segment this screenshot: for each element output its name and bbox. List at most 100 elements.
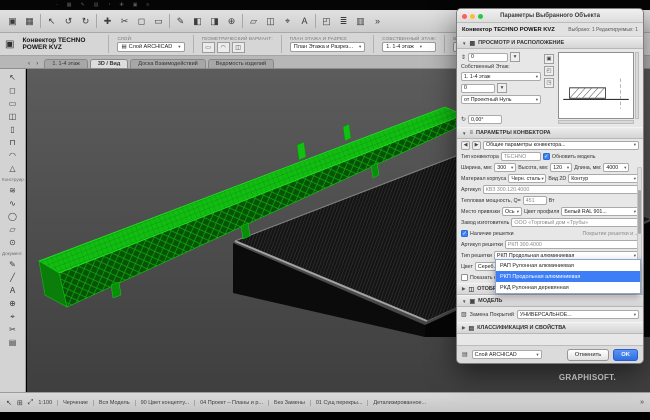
reference-level-dropdown[interactable]: от Проектный Нуль▾ [461, 95, 541, 104]
toolbar-icon[interactable]: » [371, 16, 384, 26]
menubar-icon[interactable]: ◦ [56, 2, 58, 8]
toolbar-icon[interactable]: ↺ [62, 16, 75, 27]
dialog-title-bar[interactable]: Параметры Выбранного Объекта [457, 9, 643, 23]
toolbar-icon[interactable]: ⊕ [225, 16, 238, 27]
toolbox-tool-icon[interactable]: ▯ [0, 123, 25, 136]
view2d-dropdown[interactable]: Контур▾ [568, 174, 639, 183]
toolbox-tool-icon[interactable]: ▱ [0, 223, 25, 236]
grille-type-option[interactable]: РКД Рулонная деревянная [496, 282, 640, 293]
toolbox-tool-icon[interactable]: ⊙ [0, 236, 25, 249]
parameter-group-dropdown[interactable]: Общие параметры конвектора...▾ [483, 141, 639, 150]
width-dropdown[interactable]: 300▾ [494, 163, 516, 172]
angle-input[interactable]: 0,00° [468, 115, 502, 124]
power-value-field[interactable]: 451 [523, 196, 547, 205]
height-dropdown[interactable]: 120▾ [550, 163, 572, 172]
toolbar-icon[interactable]: ✚ [101, 16, 114, 27]
layer-dropdown[interactable]: ▤Слой ARCHICAD▾ [117, 42, 184, 52]
toolbox-tool-icon[interactable]: ◠ [0, 149, 25, 162]
view-tab[interactable]: Ведомость изделий [208, 59, 274, 68]
menubar-icon[interactable]: ◔ [107, 2, 110, 8]
preview-vertical-scrollbar[interactable] [635, 52, 639, 119]
grille-article-field[interactable]: РКП 300.4000 [505, 240, 639, 249]
grille-checkbox[interactable]: ✓ [461, 230, 468, 237]
surface-override-dropdown[interactable]: УНИВЕРСАЛЬНОЕ...▾ [517, 310, 639, 319]
geometry-variant-button[interactable]: ◠ [217, 42, 230, 53]
minimize-icon[interactable] [470, 14, 475, 19]
toolbox-tool-icon[interactable]: A [0, 284, 25, 297]
menubar-icon[interactable]: ✚ [119, 2, 123, 8]
footer-layer-dropdown[interactable]: Слой ARCHICAD▾ [472, 350, 542, 359]
statusbar-item[interactable]: 1:100 [38, 400, 52, 406]
body-material-dropdown[interactable]: Черн. сталь▾ [508, 174, 546, 183]
toolbar-icon[interactable]: ◻ [135, 16, 148, 27]
menubar-icon[interactable]: ▦ [67, 2, 72, 8]
toolbox-tool-icon[interactable]: ✎ [0, 258, 25, 271]
preview-mode-button[interactable]: ▣ [544, 54, 554, 64]
cancel-button[interactable]: Отменить [567, 349, 610, 361]
section-preview-position[interactable]: ▼ ▦ ПРОСМОТР И РАСПОЛОЖЕНИЕ [457, 37, 643, 49]
object-preview[interactable] [558, 52, 639, 124]
menubar-icon[interactable]: ▤ [94, 2, 99, 8]
toolbar-icon[interactable]: ◫ [264, 16, 277, 27]
toolbar-icon[interactable]: ◰ [320, 16, 333, 27]
toolbar-icon[interactable]: ◨ [208, 16, 221, 27]
menubar-icon[interactable]: ✎ [81, 2, 85, 8]
toolbar-icon[interactable]: ⌖ [281, 16, 294, 27]
stepper-icon[interactable]: ▾ [510, 52, 520, 62]
preview-horizontal-scrollbar[interactable] [558, 120, 634, 124]
grille-type-option[interactable]: РАП Рулонная алюминиевая [496, 260, 640, 271]
home-story-dropdown[interactable]: 1. 1-4 этаж▾ [461, 72, 541, 81]
dialog-scrollbar-thumb[interactable] [638, 190, 641, 234]
toolbar-icon[interactable]: ◧ [191, 16, 204, 27]
toolbox-tool-icon[interactable]: ↖ [0, 71, 25, 84]
geometry-variant-button[interactable]: ▭ [202, 42, 215, 53]
statusbar-item[interactable]: 04 Проект – Планы и р... [194, 400, 263, 406]
section-model[interactable]: ▼ ▣ МОДЕЛЬ [457, 295, 643, 307]
toolbox-tool-icon[interactable]: ✂ [0, 323, 25, 336]
prev-page-icon[interactable]: ◀ [461, 141, 470, 150]
toolbox-tool-icon[interactable]: ⊕ [0, 297, 25, 310]
statusbar-icon[interactable]: ⤢ [28, 399, 34, 407]
menubar-icon[interactable]: ▣ [133, 2, 138, 8]
toolbar-icon[interactable]: ▱ [247, 16, 260, 27]
home-story-dropdown[interactable]: 1. 1-4 этаж▾ [382, 42, 436, 52]
tab-back-icon[interactable]: ‹ [28, 60, 30, 67]
toolbox-tool-icon[interactable]: ◯ [0, 210, 25, 223]
fixings-checkbox[interactable] [461, 274, 468, 281]
update-model-checkbox[interactable]: ✓ [543, 153, 550, 160]
toolbox-tool-icon[interactable]: ∿ [0, 197, 25, 210]
view-tab[interactable]: 3D / Вид [90, 59, 128, 68]
preview-mode-button[interactable]: ◰ [544, 66, 554, 76]
geometry-variant-button[interactable]: ◫ [232, 42, 245, 53]
floorplan-display-dropdown[interactable]: План Этажа и Разрез...▾ [290, 42, 366, 52]
toolbar-icon[interactable]: ≣ [337, 16, 350, 27]
offset-input[interactable]: 0 [461, 84, 495, 93]
toolbox-tool-icon[interactable]: ▤ [0, 336, 25, 349]
length-dropdown[interactable]: 4000▾ [603, 163, 629, 172]
ok-button[interactable]: OK [613, 349, 638, 361]
toolbox-tool-icon[interactable]: ≋ [0, 184, 25, 197]
statusbar-overflow-icon[interactable]: » [640, 399, 644, 406]
toolbar-icon[interactable]: ✎ [174, 16, 187, 27]
statusbar-item[interactable]: Детализированное... [367, 400, 426, 406]
toolbar-icon[interactable]: ↖ [45, 16, 58, 27]
statusbar-item[interactable]: 90 Цвет концепту... [135, 400, 190, 406]
toolbox-tool-icon[interactable]: ⌖ [0, 310, 25, 323]
toolbar-icon[interactable]: ▣ [6, 16, 19, 27]
toolbar-icon[interactable]: ✂ [118, 16, 131, 27]
toolbar-icon[interactable]: ▭ [152, 16, 165, 27]
preview-mode-button[interactable]: ◳ [544, 78, 554, 88]
statusbar-item[interactable]: Без Замены [268, 400, 305, 406]
toolbar-icon[interactable]: A [298, 16, 311, 26]
toolbox-tool-icon[interactable]: ◻ [0, 84, 25, 97]
statusbar-item[interactable]: Вся Модель [93, 400, 130, 406]
zoom-icon[interactable] [478, 14, 483, 19]
statusbar-icon[interactable]: ⊞ [17, 399, 23, 407]
toolbox-tool-icon[interactable]: △ [0, 162, 25, 175]
view-tab[interactable]: 1. 1-4 этаж [44, 59, 87, 68]
anchor-dropdown[interactable]: Ось▾ [502, 207, 522, 216]
statusbar-item[interactable]: Черчение [57, 400, 88, 406]
statusbar-item[interactable]: 01 Сущ перекры... [310, 400, 363, 406]
view-tab[interactable]: Доска Взаимодействий [130, 59, 205, 68]
close-icon[interactable] [462, 14, 467, 19]
